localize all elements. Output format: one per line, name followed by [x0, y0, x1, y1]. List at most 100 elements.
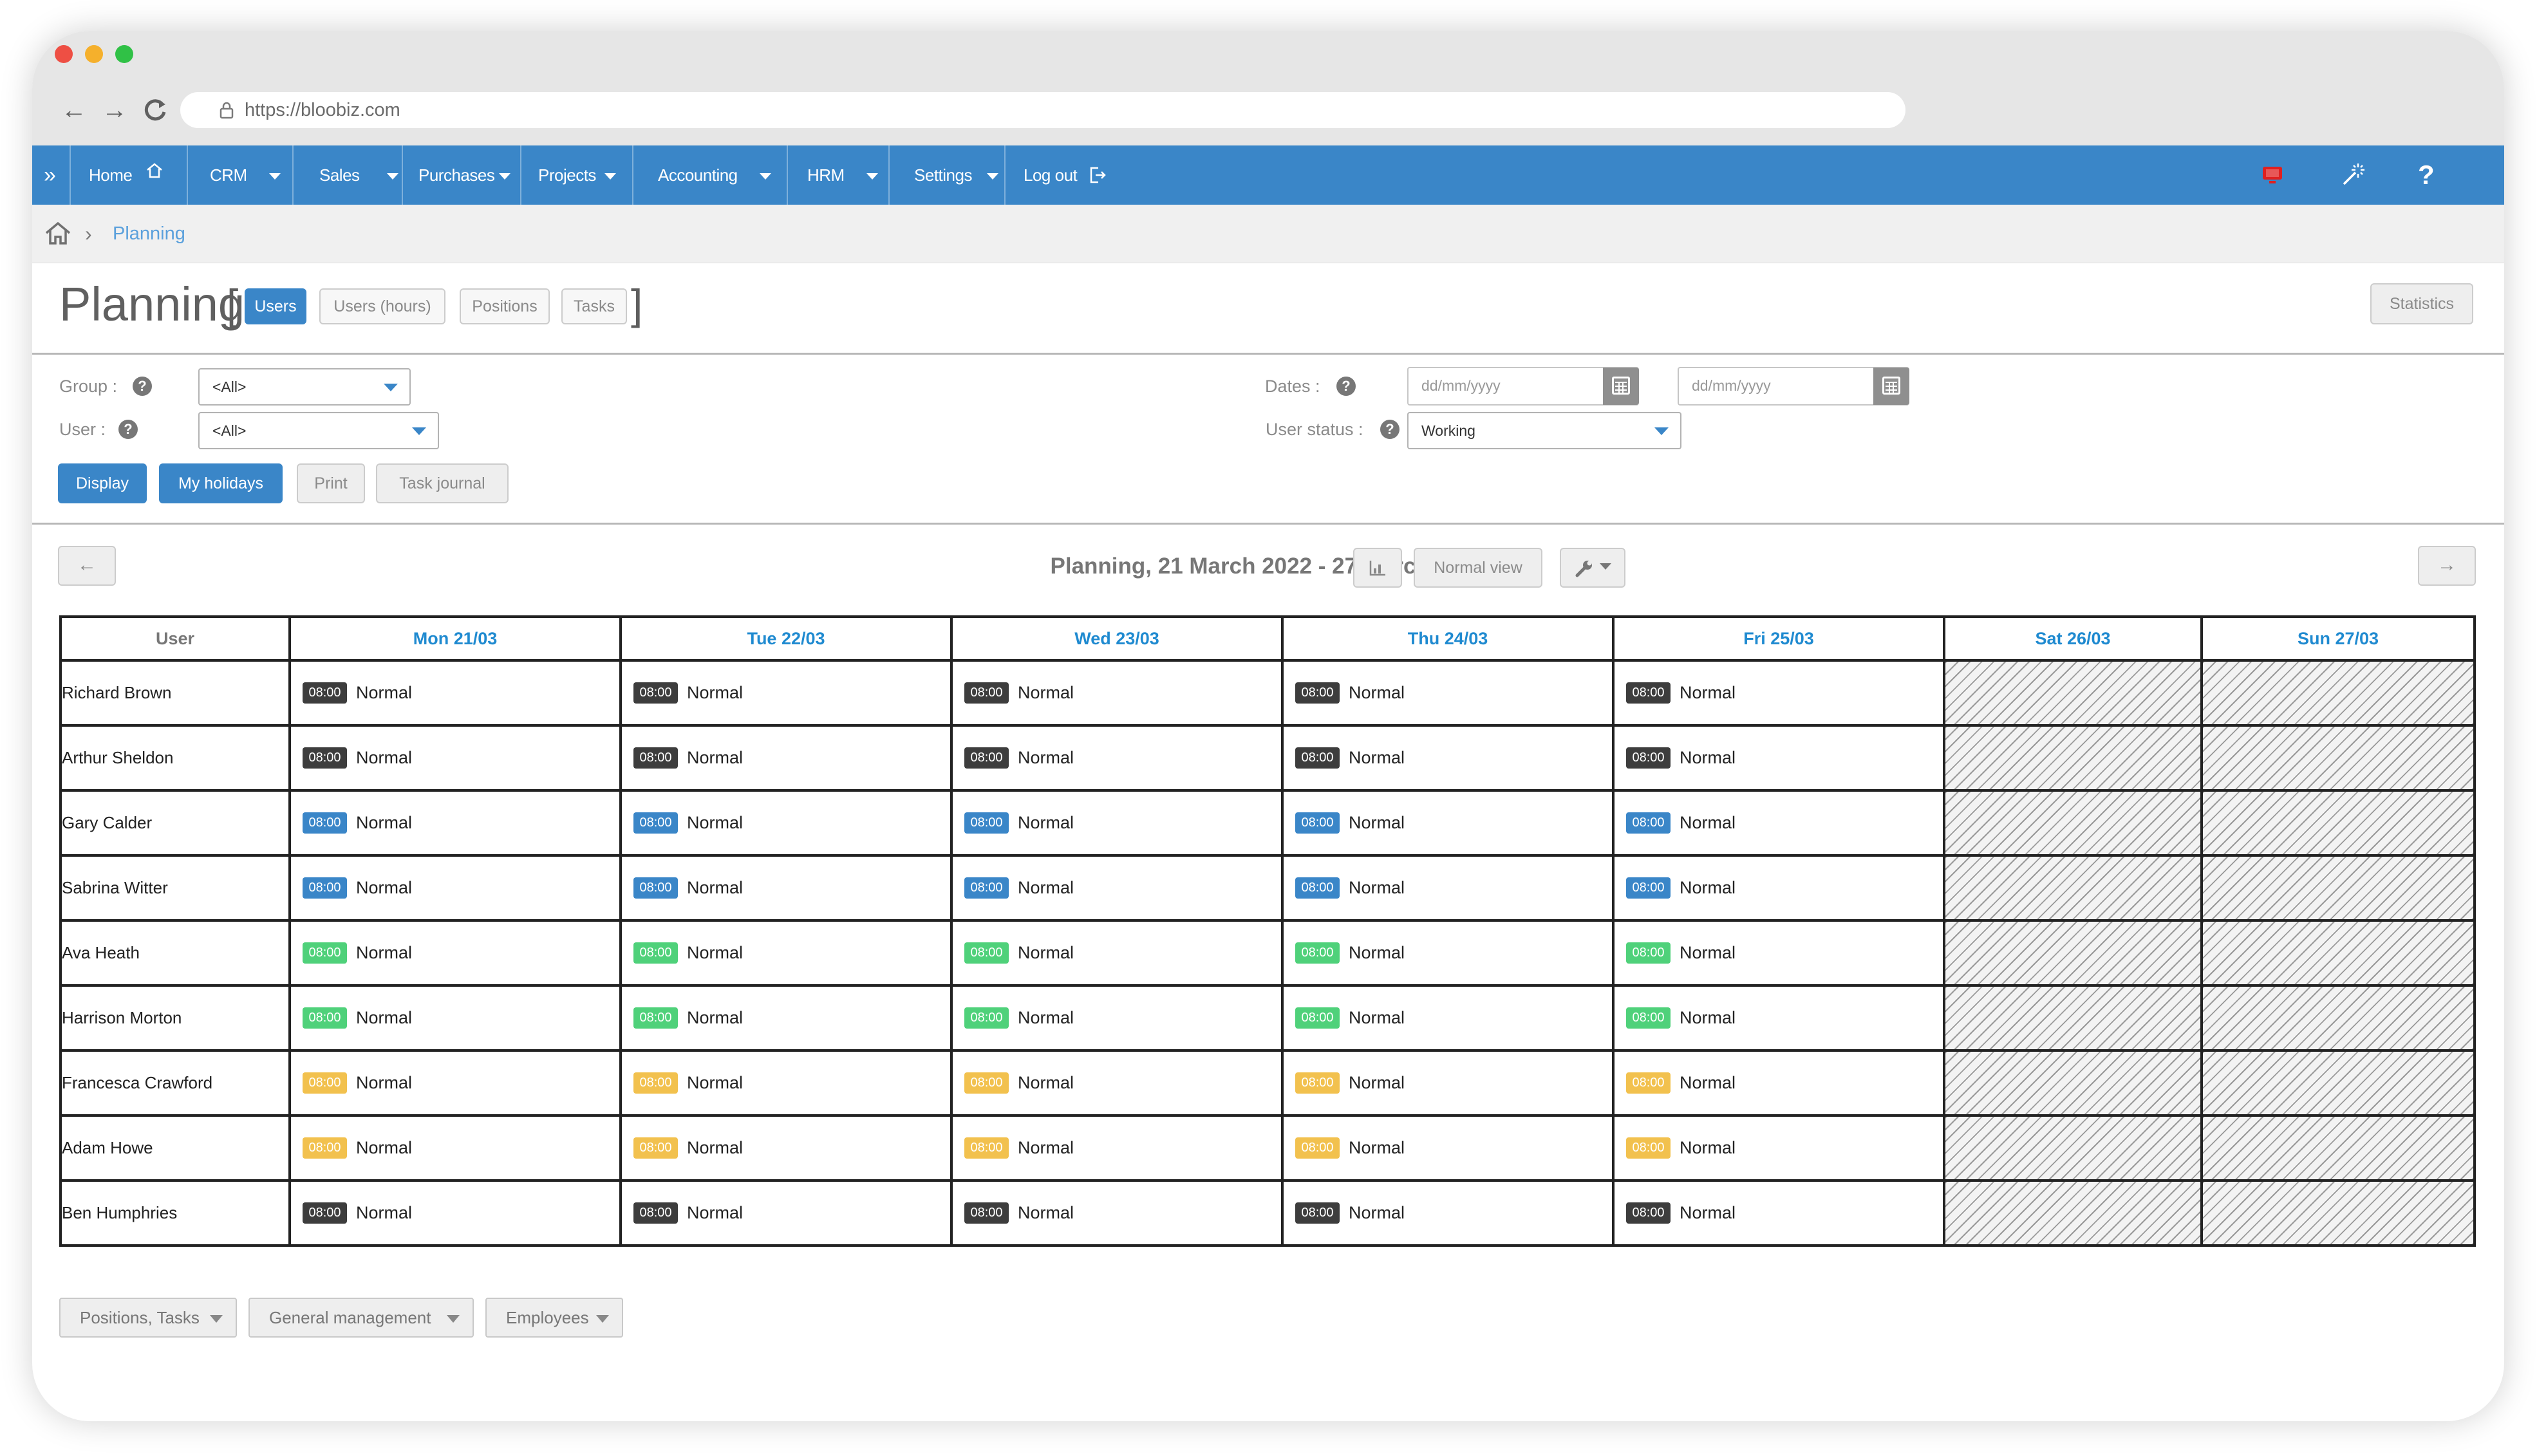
shift-cell[interactable]: 08:00 Normal: [1281, 659, 1615, 727]
menu-toggle-icon[interactable]: »: [44, 145, 56, 205]
tools-dropdown-button[interactable]: [1560, 548, 1625, 588]
print-button[interactable]: Print: [297, 463, 365, 503]
help-icon[interactable]: ?: [1336, 377, 1356, 396]
shift-cell[interactable]: 08:00 Normal: [288, 1114, 622, 1182]
shift-entry[interactable]: 08:00 Normal: [953, 682, 1281, 704]
shift-entry[interactable]: 08:00 Normal: [1284, 747, 1612, 769]
shift-entry[interactable]: 08:00 Normal: [291, 747, 619, 769]
shift-cell[interactable]: 08:00 Normal: [619, 659, 953, 727]
shift-entry[interactable]: 08:00 Normal: [622, 682, 950, 704]
statistics-button[interactable]: Statistics: [2370, 283, 2473, 324]
shift-entry[interactable]: 08:00 Normal: [1284, 812, 1612, 834]
shift-cell[interactable]: 08:00 Normal: [1612, 984, 1945, 1052]
shift-entry[interactable]: 08:00 Normal: [291, 812, 619, 834]
shift-cell[interactable]: 08:00 Normal: [950, 984, 1284, 1052]
shift-entry[interactable]: 08:00 Normal: [622, 877, 950, 899]
menu-crm[interactable]: CRM: [210, 145, 281, 205]
help-icon[interactable]: ?: [2418, 145, 2435, 205]
date-to-calendar-button[interactable]: [1873, 368, 1909, 405]
shift-entry[interactable]: 08:00 Normal: [622, 1202, 950, 1224]
column-header-day[interactable]: Wed 23/03: [950, 615, 1284, 662]
menu-sales[interactable]: Sales: [319, 145, 399, 205]
group-select[interactable]: <All>: [198, 368, 411, 406]
shift-entry[interactable]: 08:00 Normal: [622, 812, 950, 834]
shift-entry[interactable]: 08:00 Normal: [291, 877, 619, 899]
employee-name[interactable]: Francesca Crawford: [59, 1049, 291, 1117]
employee-name[interactable]: Ava Heath: [59, 919, 291, 987]
menu-purchases[interactable]: Purchases: [418, 145, 511, 205]
reload-icon[interactable]: [139, 94, 171, 126]
shift-entry[interactable]: 08:00 Normal: [1284, 1137, 1612, 1159]
shift-cell[interactable]: 08:00 Normal: [1612, 1049, 1945, 1117]
shift-cell[interactable]: 08:00 Normal: [1281, 789, 1615, 857]
shift-entry[interactable]: 08:00 Normal: [1284, 682, 1612, 704]
address-bar[interactable]: https://bloobiz.com: [180, 92, 1905, 128]
shift-cell[interactable]: 08:00 Normal: [288, 919, 622, 987]
user-select[interactable]: <All>: [198, 412, 439, 449]
help-icon[interactable]: ?: [118, 420, 138, 439]
shift-cell[interactable]: 08:00 Normal: [288, 1179, 622, 1247]
shift-cell[interactable]: 08:00 Normal: [950, 724, 1284, 792]
column-header-day[interactable]: Sun 27/03: [2200, 615, 2476, 662]
employee-name[interactable]: Adam Howe: [59, 1114, 291, 1182]
shift-cell[interactable]: 08:00 Normal: [1281, 724, 1615, 792]
shift-entry[interactable]: 08:00 Normal: [1615, 682, 1943, 704]
help-icon[interactable]: ?: [133, 377, 152, 396]
menu-hrm[interactable]: HRM: [807, 145, 879, 205]
next-week-button[interactable]: →: [2418, 546, 2476, 586]
menu-logout[interactable]: Log out: [1024, 145, 1107, 205]
employee-name[interactable]: Richard Brown: [59, 659, 291, 727]
shift-cell[interactable]: 08:00 Normal: [288, 789, 622, 857]
normal-view-button[interactable]: Normal view: [1414, 548, 1542, 588]
shift-cell[interactable]: 08:00 Normal: [619, 1179, 953, 1247]
shift-entry[interactable]: 08:00 Normal: [291, 1137, 619, 1159]
shift-cell[interactable]: 08:00 Normal: [1281, 1179, 1615, 1247]
shift-cell[interactable]: 08:00 Normal: [950, 919, 1284, 987]
shift-entry[interactable]: 08:00 Normal: [1615, 1007, 1943, 1029]
shift-entry[interactable]: 08:00 Normal: [1284, 942, 1612, 964]
breadcrumb-current[interactable]: Planning: [113, 205, 185, 263]
date-from-calendar-button[interactable]: [1603, 368, 1639, 405]
shift-entry[interactable]: 08:00 Normal: [291, 1202, 619, 1224]
shift-cell[interactable]: 08:00 Normal: [1281, 919, 1615, 987]
employee-name[interactable]: Arthur Sheldon: [59, 724, 291, 792]
tab-tasks[interactable]: Tasks: [561, 288, 627, 324]
shift-cell[interactable]: 08:00 Normal: [1612, 854, 1945, 922]
user-status-select[interactable]: Working: [1407, 412, 1681, 449]
tab-users[interactable]: Users: [245, 288, 306, 324]
menu-accounting[interactable]: Accounting: [658, 145, 772, 205]
help-icon[interactable]: ?: [1380, 420, 1400, 439]
shift-cell[interactable]: 08:00 Normal: [1281, 1049, 1615, 1117]
column-header-day[interactable]: Mon 21/03: [288, 615, 622, 662]
shift-entry[interactable]: 08:00 Normal: [291, 682, 619, 704]
shift-cell[interactable]: 08:00 Normal: [950, 1049, 1284, 1117]
shift-entry[interactable]: 08:00 Normal: [953, 942, 1281, 964]
shift-cell[interactable]: 08:00 Normal: [288, 854, 622, 922]
employees-menu[interactable]: Employees: [485, 1298, 623, 1338]
shift-cell[interactable]: 08:00 Normal: [619, 789, 953, 857]
shift-cell[interactable]: 08:00 Normal: [619, 854, 953, 922]
home-icon[interactable]: [44, 220, 72, 246]
employee-name[interactable]: Ben Humphries: [59, 1179, 291, 1247]
display-button[interactable]: Display: [58, 463, 147, 503]
shift-entry[interactable]: 08:00 Normal: [1615, 1072, 1943, 1094]
shift-cell[interactable]: 08:00 Normal: [619, 919, 953, 987]
shift-entry[interactable]: 08:00 Normal: [291, 1072, 619, 1094]
column-header-day[interactable]: Fri 25/03: [1612, 615, 1945, 662]
shift-entry[interactable]: 08:00 Normal: [1284, 1007, 1612, 1029]
shift-cell[interactable]: 08:00 Normal: [288, 659, 622, 727]
shift-entry[interactable]: 08:00 Normal: [291, 942, 619, 964]
shift-cell[interactable]: 08:00 Normal: [1612, 1179, 1945, 1247]
menu-settings[interactable]: Settings: [914, 145, 998, 205]
shift-entry[interactable]: 08:00 Normal: [1615, 747, 1943, 769]
menu-projects[interactable]: Projects: [538, 145, 616, 205]
menu-home[interactable]: Home: [89, 145, 164, 205]
shift-entry[interactable]: 08:00 Normal: [953, 1072, 1281, 1094]
column-header-day[interactable]: Tue 22/03: [619, 615, 953, 662]
shift-entry[interactable]: 08:00 Normal: [953, 812, 1281, 834]
shift-cell[interactable]: 08:00 Normal: [950, 659, 1284, 727]
shift-cell[interactable]: 08:00 Normal: [1612, 919, 1945, 987]
chart-view-button[interactable]: [1353, 548, 1402, 588]
shift-entry[interactable]: 08:00 Normal: [1284, 1072, 1612, 1094]
shift-entry[interactable]: 08:00 Normal: [1615, 1202, 1943, 1224]
